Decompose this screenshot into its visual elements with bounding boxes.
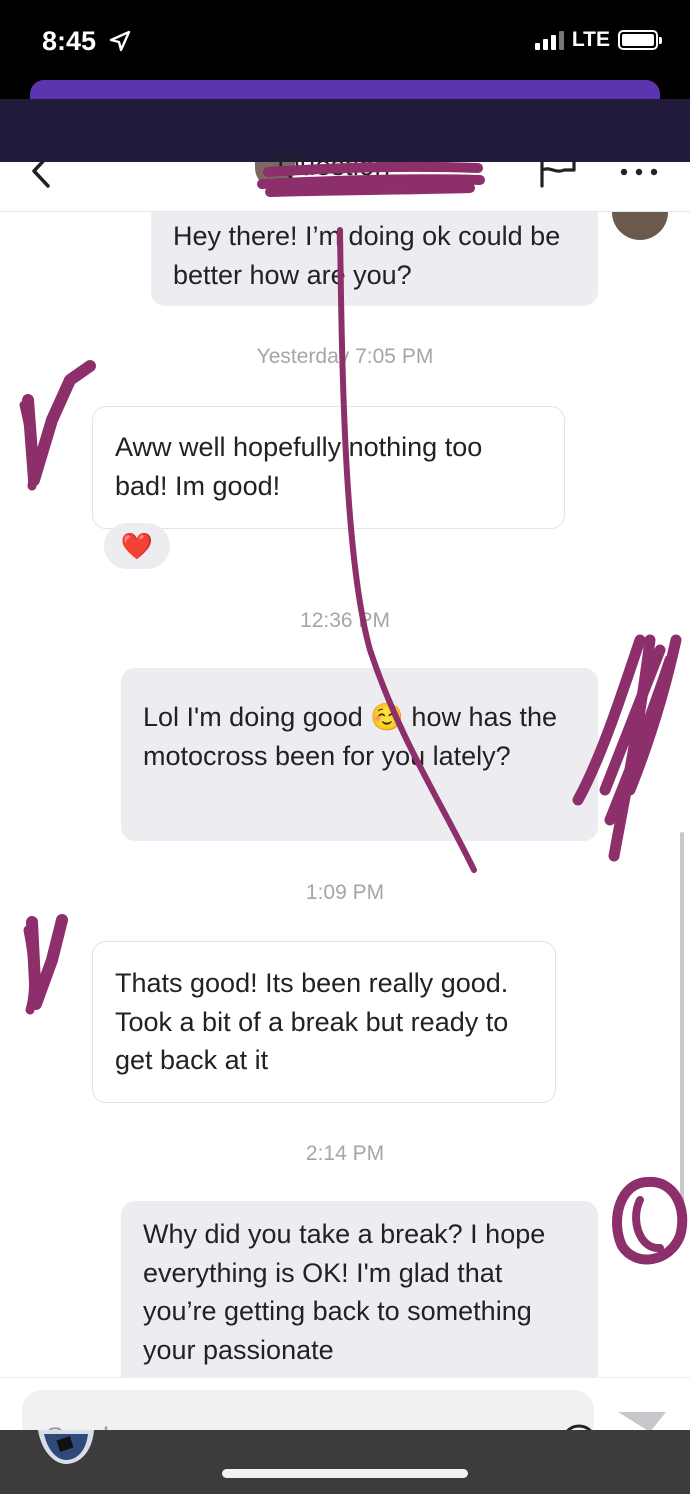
scrollbar[interactable]: [680, 832, 684, 1214]
message-sent: Hey there! I’m doing ok could be better …: [151, 212, 598, 306]
more-options-button[interactable]: [618, 162, 660, 190]
more-dots-icon: [620, 168, 658, 176]
flag-icon: [540, 156, 576, 188]
home-indicator[interactable]: [222, 1469, 468, 1478]
network-label: LTE: [571, 28, 610, 51]
contact-avatar-small[interactable]: [612, 212, 668, 240]
contact-name[interactable]: Question: [278, 150, 390, 182]
chat-header: Question: [0, 150, 690, 212]
location-arrow-icon: [108, 29, 132, 58]
status-indicators: LTE: [534, 28, 662, 52]
message-timestamp: 2:14 PM: [305, 1142, 385, 1165]
message-text: Thats good! Its been really good. Took a…: [115, 968, 509, 1075]
heart-reaction[interactable]: ❤️: [104, 523, 170, 569]
message-text: Hey there! I’m doing ok could be better …: [173, 221, 561, 290]
message-text: Aww well hopefully nothing too bad! Im g…: [115, 432, 483, 501]
chevron-left-icon: [32, 154, 50, 188]
message-timestamp: Yesterday 7:05 PM: [256, 345, 434, 368]
message-sent: Lol I'm doing good ☺️ how has the motocr…: [121, 668, 598, 841]
message-received: Thats good! Its been really good. Took a…: [92, 941, 556, 1103]
back-button[interactable]: [28, 154, 58, 192]
bottom-overlay: [0, 1430, 690, 1494]
heart-emoji-icon: ❤️: [120, 531, 154, 561]
message-sent: Why did you take a break? I hope everyth…: [121, 1201, 598, 1377]
message-timestamp: 1:09 PM: [305, 881, 385, 904]
status-time: 8:45: [42, 26, 97, 56]
signal-bars-icon: [534, 30, 564, 50]
message-text: Lol I'm doing good ☺️ how has the motocr…: [143, 702, 558, 771]
message-timestamp: 12:36 PM: [300, 609, 390, 632]
message-list[interactable]: Hey there! I’m doing ok could be better …: [0, 212, 690, 1377]
battery-full-icon: [618, 30, 662, 50]
user-avatar: [36, 1424, 96, 1468]
message-text: Why did you take a break? I hope everyth…: [143, 1219, 546, 1365]
message-received: Aww well hopefully nothing too bad! Im g…: [92, 406, 565, 529]
flag-button[interactable]: [538, 156, 578, 194]
